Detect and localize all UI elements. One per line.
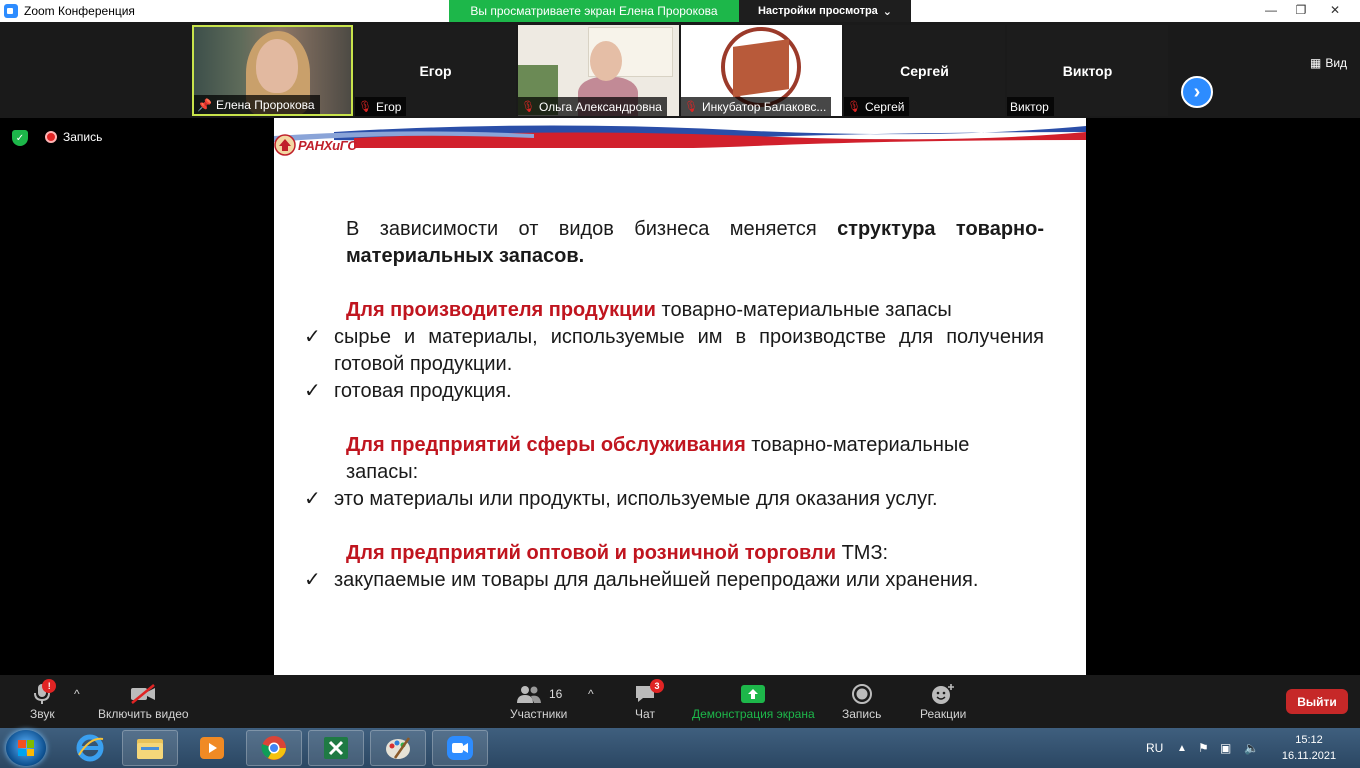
audio-options-caret[interactable]: ^	[74, 687, 80, 701]
recording-indicator[interactable]: Запись	[45, 130, 102, 144]
next-page-button[interactable]: ›	[1181, 76, 1213, 108]
participant-label: 📌 Елена Пророкова	[194, 95, 320, 114]
action-center-flag-icon[interactable]: ⚑	[1198, 728, 1209, 768]
file-explorer-icon[interactable]	[122, 730, 178, 766]
network-icon[interactable]: ▣	[1220, 728, 1231, 768]
mic-off-icon: 🎙	[847, 101, 861, 113]
share-screen-button[interactable]: Демонстрация экрана	[692, 681, 815, 721]
mic-off-icon: 🎙	[521, 101, 535, 113]
restore-button[interactable]: ❐	[1286, 0, 1316, 20]
mic-off-icon: 🎙	[684, 101, 698, 113]
section-services: Для предприятий сферы обслуживания товар…	[346, 434, 970, 483]
window-title: Zoom Конференция	[24, 4, 135, 18]
ranepa-logo: РАНХиГС	[274, 134, 357, 156]
list-item: ✓ это материалы или продукты, используемы…	[304, 488, 938, 510]
start-button[interactable]	[6, 730, 46, 766]
close-button[interactable]: ✕	[1320, 0, 1350, 20]
paint-icon[interactable]	[370, 730, 426, 766]
chevron-right-icon: ›	[1193, 80, 1201, 103]
share-banner: Вы просматриваете экран Елена Пророкова	[449, 0, 739, 22]
excel-icon[interactable]	[308, 730, 364, 766]
list-item: ✓ закупаемые им товары для дальнейшей пер…	[304, 569, 979, 591]
participants-button[interactable]: 16 Участники	[510, 681, 567, 721]
participant-label: 🎙 Ольга Александровна	[518, 97, 667, 116]
system-clock[interactable]: 15:12 16.11.2021	[1272, 732, 1346, 764]
view-options-button[interactable]: Настройки просмотра ⌄	[739, 0, 911, 22]
chat-button[interactable]: 3 Чат	[634, 679, 664, 721]
mic-off-icon: 🎙	[358, 101, 372, 113]
participant-tile[interactable]: 🎙 Инкубатор Балаковс...	[681, 25, 842, 116]
share-screen-icon	[741, 685, 766, 703]
participant-tile[interactable]: 📌 Елена Пророкова	[192, 25, 353, 116]
tray-expand-icon[interactable]: ▲	[1177, 728, 1187, 768]
participant-tile[interactable]: 🎙 Ольга Александровна	[518, 25, 679, 116]
chevron-down-icon: ⌄	[882, 5, 893, 18]
presentation-slide: РАНХиГС В зависимости от видов бизнеса м…	[274, 118, 1086, 675]
participants-icon	[516, 686, 541, 703]
participant-label: Виктор	[1007, 97, 1054, 116]
list-item: ✓ готовая продукция.	[304, 380, 512, 402]
internet-explorer-icon[interactable]	[62, 730, 118, 766]
participants-options-caret[interactable]: ^	[588, 687, 594, 701]
pin-icon: 📌	[197, 97, 212, 112]
chat-unread-badge: 3	[650, 679, 664, 693]
slide-intro: В зависимости от видов бизнеса меняется …	[346, 218, 1044, 267]
participant-tile[interactable]: Егор 🎙 Егор	[355, 25, 516, 116]
flag-ribbon-image	[274, 118, 1086, 148]
record-button[interactable]: Запись	[842, 681, 881, 721]
participant-gallery: 📌 Елена Пророкова Егор 🎙 Егор 🎙 Ольга Ал…	[0, 22, 1360, 118]
video-off-icon	[131, 684, 156, 704]
ranepa-emblem-icon	[274, 134, 296, 156]
zoom-taskbar-icon[interactable]	[432, 730, 488, 766]
list-item: ✓ сырье и материалы, используемые им в пр…	[304, 326, 1044, 375]
participant-name: Егор	[419, 63, 452, 79]
windows-taskbar: RU ▲ ⚑ ▣ 🔈 15:12 16.11.2021	[0, 728, 1360, 768]
audio-button[interactable]: ! Звук	[30, 679, 57, 721]
participant-tile[interactable]: Виктор Виктор	[1007, 25, 1168, 116]
input-language[interactable]: RU	[1146, 728, 1163, 768]
view-button[interactable]: ▦ Вид	[1310, 56, 1347, 70]
reactions-icon	[932, 684, 955, 704]
meeting-toolbar: ! Звук ^ Включить видео 16 Участники ^ 3…	[0, 675, 1360, 728]
grid-icon: ▦	[1310, 56, 1322, 70]
ranepa-logo-text: РАНХиГС	[298, 137, 357, 153]
minimize-button[interactable]: —	[1256, 0, 1286, 20]
section-producer: Для производителя продукции товарно-мате…	[346, 299, 952, 321]
section-trade: Для предприятий оптовой и розничной торг…	[346, 542, 889, 564]
participants-count: 16	[548, 687, 563, 701]
reactions-button[interactable]: Реакции	[920, 681, 966, 721]
chrome-icon[interactable]	[246, 730, 302, 766]
participant-name: Виктор	[1062, 63, 1113, 79]
participant-label: 🎙 Инкубатор Балаковс...	[681, 97, 832, 116]
security-shield-icon[interactable]: ✓	[12, 130, 28, 146]
view-options-label: Настройки просмотра	[757, 5, 878, 17]
participant-name: Сергей	[900, 63, 949, 79]
zoom-app-icon	[4, 4, 18, 18]
title-bar: Zoom Конференция Вы просматриваете экран…	[0, 0, 1360, 22]
audio-warning-badge: !	[42, 679, 57, 693]
participant-label: 🎙 Сергей	[844, 97, 910, 116]
start-video-button[interactable]: Включить видео	[98, 681, 189, 721]
record-icon	[851, 684, 872, 704]
media-player-icon[interactable]	[184, 730, 240, 766]
record-dot-icon	[45, 131, 57, 143]
slide-body: В зависимости от видов бизнеса меняется …	[304, 216, 1044, 594]
volume-icon[interactable]: 🔈	[1244, 728, 1259, 768]
participant-label: 🎙 Егор	[355, 97, 407, 116]
windows-logo-icon	[18, 740, 34, 756]
leave-meeting-button[interactable]: Выйти	[1286, 689, 1348, 714]
participant-tile[interactable]: Сергей 🎙 Сергей	[844, 25, 1005, 116]
